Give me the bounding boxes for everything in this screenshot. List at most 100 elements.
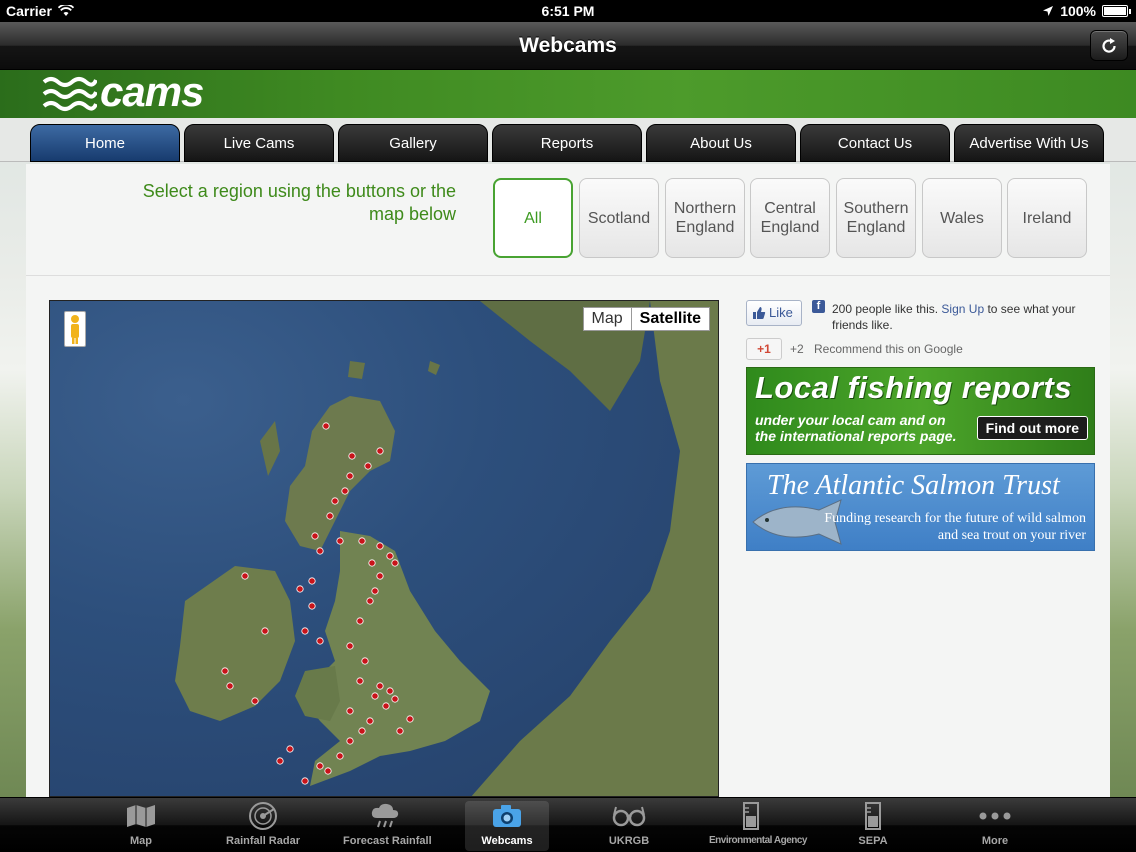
region-southern-england-button[interactable]: Southern England [836,178,916,258]
tab-forecast-rainfall[interactable]: Forecast Rainfall [343,801,432,851]
webcam-marker[interactable] [366,717,374,725]
webcam-marker[interactable] [391,559,399,567]
street-view-pegman[interactable] [64,311,86,347]
webcam-marker[interactable] [331,497,339,505]
rain-cloud-icon [371,803,399,828]
region-ireland-button[interactable]: Ireland [1007,178,1087,258]
webcam-marker[interactable] [406,715,414,723]
webcam-marker[interactable] [364,462,372,470]
webcam-marker[interactable] [386,552,394,560]
menu-contact-us[interactable]: Contact Us [800,124,950,162]
gplus-recommend-text: Recommend this on Google [814,342,963,356]
webcam-marker[interactable] [226,682,234,690]
fishing-ad-subtext: under your local cam and on the internat… [755,412,957,444]
webcam-marker[interactable] [346,472,354,480]
menu-live-cams[interactable]: Live Cams [184,124,334,162]
webcam-marker[interactable] [376,572,384,580]
webcam-marker[interactable] [308,602,316,610]
webcam-marker[interactable] [358,537,366,545]
webcam-marker[interactable] [261,627,269,635]
webcam-map[interactable]: Map Satellite [49,300,719,797]
menu-about-us[interactable]: About Us [646,124,796,162]
webcam-marker[interactable] [376,542,384,550]
region-prompt: Select a region using the buttons or the… [142,181,456,224]
webcam-marker[interactable] [356,617,364,625]
webcam-marker[interactable] [346,737,354,745]
webcam-marker[interactable] [276,757,284,765]
google-plus-one-button[interactable]: +1 [746,338,782,360]
webcam-marker[interactable] [391,695,399,703]
webcam-marker[interactable] [324,767,332,775]
webcam-marker[interactable] [296,585,304,593]
webcam-marker[interactable] [376,447,384,455]
status-time: 6:51 PM [541,3,595,19]
webcam-marker[interactable] [368,559,376,567]
webcam-marker[interactable] [371,587,379,595]
salmon-ad-headline: The Atlantic Salmon Trust [767,470,1060,501]
tab-map[interactable]: Map [99,801,183,851]
gplus-label: +1 [757,342,771,356]
region-all-button[interactable]: All [493,178,573,258]
tab-more[interactable]: More [953,801,1037,851]
webcam-marker[interactable] [316,637,324,645]
webcam-marker[interactable] [286,745,294,753]
webcam-marker[interactable] [221,667,229,675]
tab-environmental-agency[interactable]: Environmental Agency [709,801,808,851]
webcam-marker[interactable] [316,547,324,555]
webcam-marker[interactable] [341,487,349,495]
webcam-marker[interactable] [336,752,344,760]
webcam-marker[interactable] [336,537,344,545]
webcam-marker[interactable] [386,687,394,695]
menu-gallery[interactable]: Gallery [338,124,488,162]
webcam-marker[interactable] [326,512,334,520]
nav-bar: Webcams [0,22,1136,70]
webcam-marker[interactable] [311,532,319,540]
webcam-marker[interactable] [396,727,404,735]
like-label: Like [769,305,793,320]
webcam-marker[interactable] [356,677,364,685]
gauge-icon [865,802,881,830]
region-central-england-button[interactable]: Central England [750,178,830,258]
webcam-marker[interactable] [322,422,330,430]
radar-icon [249,802,277,830]
tab-webcams[interactable]: Webcams [465,801,549,851]
webcam-marker[interactable] [376,682,384,690]
webcam-marker[interactable] [382,702,390,710]
webcam-marker[interactable] [371,692,379,700]
menu-reports[interactable]: Reports [492,124,642,162]
webcam-marker[interactable] [301,627,309,635]
webcam-marker[interactable] [348,452,356,460]
menu-home[interactable]: Home [30,124,180,162]
refresh-button[interactable] [1090,30,1128,61]
webcam-marker[interactable] [366,597,374,605]
region-northern-england-button[interactable]: Northern England [665,178,745,258]
facebook-like-button[interactable]: Like [746,300,802,326]
map-type-satellite-button[interactable]: Satellite [630,308,709,330]
atlantic-salmon-trust-ad[interactable]: The Atlantic Salmon Trust Funding resear… [746,463,1095,551]
webcam-marker[interactable] [361,657,369,665]
webcam-marker[interactable] [251,697,259,705]
tab-environmental-agency-label: Environmental Agency [709,835,808,846]
webcam-marker[interactable] [346,707,354,715]
webcam-marker[interactable] [308,577,316,585]
webcam-marker[interactable] [241,572,249,580]
region-scotland-button[interactable]: Scotland [579,178,659,258]
webcam-marker[interactable] [301,777,309,785]
find-out-more-button[interactable]: Find out more [976,416,1088,440]
fb-count-text: 200 people like this. [832,302,939,316]
map-icon [127,805,155,827]
site-logo[interactable]: cams [100,70,204,114]
fishing-reports-ad[interactable]: Local fishing reports under your local c… [746,367,1095,455]
region-wales-button[interactable]: Wales [922,178,1002,258]
fb-signup-link[interactable]: Sign Up [941,302,984,316]
map-type-map-button[interactable]: Map [584,308,631,330]
tab-sepa[interactable]: SEPA [831,801,915,851]
tab-ukrgb[interactable]: UKRGB [587,801,671,851]
location-arrow-icon [1043,6,1054,16]
webcam-marker[interactable] [316,762,324,770]
webcam-marker[interactable] [346,642,354,650]
waves-logo-icon [42,77,97,111]
tab-rainfall-radar[interactable]: Rainfall Radar [221,801,305,851]
menu-advertise[interactable]: Advertise With Us [954,124,1104,162]
webcam-marker[interactable] [358,727,366,735]
